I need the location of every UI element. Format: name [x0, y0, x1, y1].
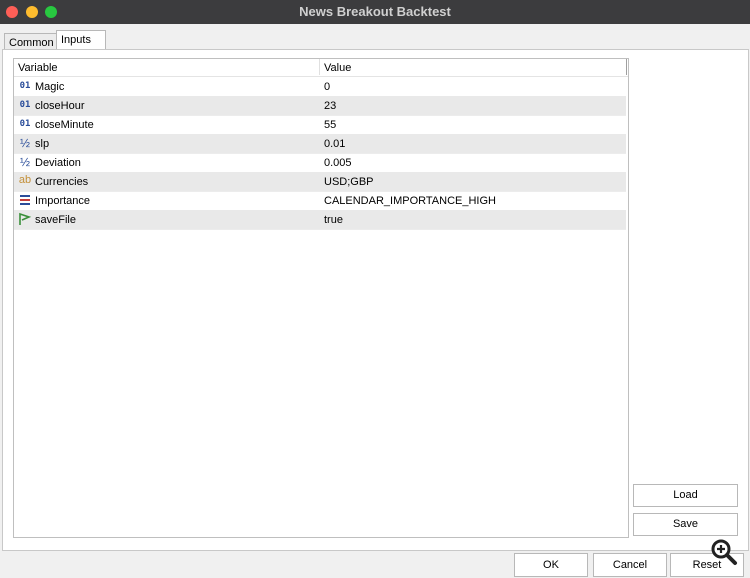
variable-value[interactable]: 55	[324, 119, 336, 131]
grid-header: Variable Value	[14, 59, 628, 77]
table-row[interactable]: ½ Deviation 0.005	[14, 153, 626, 173]
enum-icon	[17, 192, 33, 208]
table-row[interactable]: ab Currencies USD;GBP	[14, 172, 626, 192]
table-row[interactable]: 01 Magic 0	[14, 77, 626, 97]
cancel-button[interactable]: Cancel	[593, 553, 667, 577]
variable-name: Importance	[35, 195, 91, 207]
window-title: News Breakout Backtest	[299, 4, 451, 19]
load-button[interactable]: Load	[633, 484, 738, 507]
integer-icon: 01	[19, 81, 31, 91]
tab-inputs[interactable]: Inputs	[56, 30, 106, 51]
variable-name: saveFile	[35, 214, 76, 226]
table-row[interactable]: Importance CALENDAR_IMPORTANCE_HIGH	[14, 191, 626, 211]
tab-strip: Common Inputs	[0, 24, 750, 51]
bool-icon	[17, 211, 33, 227]
table-row[interactable]: 01 closeHour 23	[14, 96, 626, 116]
header-edge	[626, 59, 627, 75]
column-divider[interactable]	[319, 59, 320, 75]
table-row[interactable]: 01 closeMinute 55	[14, 115, 626, 135]
column-header-variable[interactable]: Variable	[18, 62, 58, 74]
zoom-in-icon[interactable]	[708, 536, 740, 568]
variable-value[interactable]: 0.005	[324, 157, 352, 169]
table-row[interactable]: ½ slp 0.01	[14, 134, 626, 154]
variable-value[interactable]: 23	[324, 100, 336, 112]
ok-button[interactable]: OK	[514, 553, 588, 577]
variable-value[interactable]: true	[324, 214, 343, 226]
variable-value[interactable]: USD;GBP	[324, 176, 374, 188]
variable-name: closeHour	[35, 100, 85, 112]
integer-icon: 01	[19, 119, 31, 129]
save-button[interactable]: Save	[633, 513, 738, 536]
double-icon: ½	[19, 155, 30, 169]
variable-name: closeMinute	[35, 119, 94, 131]
variable-value[interactable]: 0	[324, 81, 330, 93]
variable-name: Currencies	[35, 176, 89, 188]
variable-name: slp	[35, 138, 50, 150]
integer-icon: 01	[19, 100, 31, 110]
title-bar: News Breakout Backtest	[0, 0, 750, 24]
variable-value[interactable]: 0.01	[324, 138, 345, 150]
inputs-panel: Variable Value 01 Magic 0 01 closeHour 2…	[2, 49, 749, 551]
table-row[interactable]: saveFile true	[14, 210, 626, 230]
inputs-grid: Variable Value 01 Magic 0 01 closeHour 2…	[13, 58, 629, 538]
variable-name: Deviation	[35, 157, 81, 169]
variable-name: Magic	[35, 81, 65, 93]
string-icon: ab	[18, 174, 32, 186]
column-header-value[interactable]: Value	[324, 62, 351, 74]
double-icon: ½	[19, 136, 30, 150]
variable-value[interactable]: CALENDAR_IMPORTANCE_HIGH	[324, 195, 496, 207]
